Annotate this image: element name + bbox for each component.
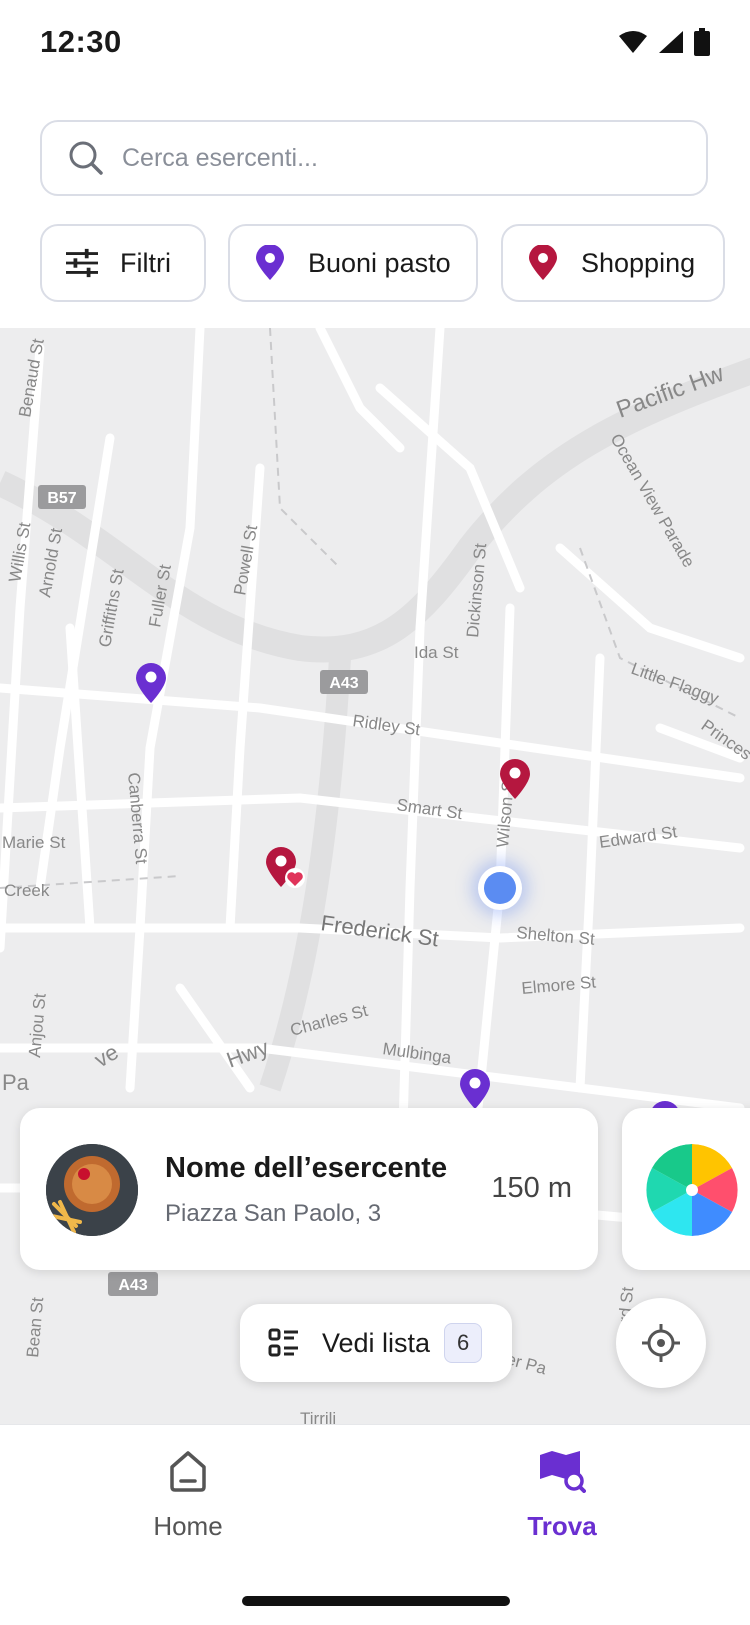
merchant-avatar [646, 1144, 738, 1236]
merchant-card[interactable]: Nome dell’esercente Piazza San Paolo, 3 … [20, 1108, 598, 1270]
svg-text:Griffiths St: Griffiths St [95, 567, 127, 648]
list-icon [268, 1328, 298, 1357]
view-list-label: Vedi lista [322, 1327, 431, 1358]
home-icon [170, 1451, 206, 1492]
nav-home-label: Home [153, 1511, 223, 1541]
merchant-distance: 150 m [491, 1172, 572, 1204]
svg-text:Ocean View Parade: Ocean View Parade [607, 431, 699, 571]
map-search-icon [540, 1451, 586, 1493]
svg-text:Hwy: Hwy [223, 1035, 272, 1073]
battery-icon [694, 28, 710, 56]
svg-text:Creek: Creek [4, 881, 50, 900]
crosshair-icon [642, 1324, 680, 1362]
svg-text:Frederick St: Frederick St [319, 910, 440, 951]
favorite-pin-icon[interactable] [264, 846, 306, 892]
nav-trova-label: Trova [527, 1511, 597, 1541]
svg-text:Marie St: Marie St [2, 833, 66, 852]
svg-text:Ridley St: Ridley St [351, 711, 421, 739]
nav-home[interactable]: Home [108, 1445, 268, 1542]
svg-text:Ida St: Ida St [414, 643, 459, 662]
svg-text:Willis St: Willis St [5, 521, 34, 584]
chip-shopping[interactable]: Shopping [501, 224, 725, 302]
my-location-button[interactable] [616, 1298, 706, 1388]
clock: 12:30 [40, 24, 122, 59]
chip-buoni-pasto[interactable]: Buoni pasto [228, 224, 478, 302]
svg-text:Bean St: Bean St [23, 1296, 47, 1358]
merchant-address: Piazza San Paolo, 3 [165, 1200, 382, 1227]
svg-text:Little Flaggy: Little Flaggy [629, 659, 722, 708]
svg-text:A43: A43 [329, 675, 358, 692]
results-count-badge: 6 [444, 1323, 483, 1363]
merchant-avatar [46, 1144, 138, 1236]
view-list-button[interactable]: Vedi lista 6 [240, 1304, 512, 1382]
svg-text:Edward St: Edward St [598, 822, 679, 852]
svg-text:Pa: Pa [2, 1070, 30, 1095]
chip-label: Filtri [120, 247, 171, 278]
svg-text:B57: B57 [47, 490, 76, 507]
nav-trova[interactable]: Trova [482, 1445, 642, 1542]
svg-text:Arnold St: Arnold St [35, 526, 66, 598]
status-bar: 12:30 [0, 0, 750, 90]
home-indicator[interactable] [242, 1596, 510, 1606]
search-bar[interactable] [40, 120, 708, 196]
purple-pin-icon[interactable] [458, 1068, 492, 1110]
purple-pin-icon[interactable] [134, 662, 168, 704]
signal-icon [659, 31, 683, 53]
svg-text:Tirrili: Tirrili [300, 1409, 336, 1424]
chip-filtri[interactable]: Filtri [40, 224, 206, 302]
svg-text:Smart St: Smart St [395, 795, 463, 823]
sliders-icon [66, 247, 98, 279]
purple-pin-icon [254, 245, 286, 280]
merchant-name: Nome dell’esercente [165, 1152, 448, 1184]
chip-label: Buoni pasto [308, 247, 451, 278]
wifi-icon [619, 31, 647, 53]
user-location-dot [478, 866, 522, 910]
filter-chips: Filtri Buoni pasto Shopping [40, 224, 750, 304]
search-icon [66, 138, 106, 178]
svg-text:Benaud St: Benaud St [15, 337, 48, 419]
search-input[interactable] [120, 142, 684, 174]
red-pin-icon[interactable] [498, 758, 532, 800]
svg-text:A43: A43 [118, 1277, 147, 1294]
merchant-card-next[interactable] [622, 1108, 750, 1270]
red-pin-icon [527, 245, 559, 280]
chip-label: Shopping [581, 247, 696, 278]
bottom-navigation: Home Trova [0, 1424, 750, 1625]
